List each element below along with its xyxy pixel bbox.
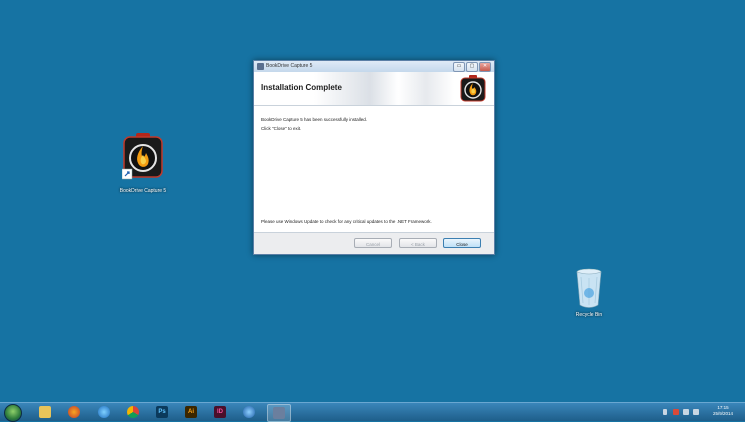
dialog-content: BookDrive Capture 5 has been successfull… (254, 106, 494, 232)
firefox-taskbar-button[interactable] (63, 404, 85, 420)
media-player-icon (243, 406, 255, 418)
folder-icon (39, 406, 51, 418)
file-explorer-taskbar-button[interactable] (34, 404, 56, 420)
illustrator-icon: Ai (185, 406, 197, 418)
installer-app-icon (257, 63, 264, 70)
network-icon[interactable] (683, 409, 689, 415)
recycle-bin-label: Recycle Bin (575, 312, 603, 318)
illustrator-taskbar-button[interactable]: Ai (180, 404, 202, 420)
bookdrive-capture-icon (121, 133, 164, 185)
dialog-window-title: BookDrive Capture 5 (266, 63, 313, 69)
window-controls: ▭ ▢ ✕ (452, 62, 491, 72)
firefox-icon (68, 406, 80, 418)
installer-icon (273, 407, 285, 419)
page-title: Installation Complete (261, 83, 342, 92)
taskbar: Ps Ai ID 17:15 25/9/2014 (0, 402, 745, 422)
dotnet-update-note: Please use Windows Update to check for a… (261, 219, 432, 224)
dialog-titlebar[interactable]: BookDrive Capture 5 ▭ ▢ ✕ (254, 61, 494, 72)
clock[interactable]: 17:15 25/9/2014 (709, 405, 737, 417)
indesign-taskbar-button[interactable]: ID (209, 404, 231, 420)
photoshop-icon: Ps (156, 406, 168, 418)
action-center-icon[interactable] (673, 409, 679, 415)
media-player-taskbar-button[interactable] (238, 404, 260, 420)
chrome-taskbar-button[interactable] (122, 404, 144, 420)
dialog-footer: Cancel < Back Close (254, 232, 494, 254)
clock-date: 25/9/2014 (712, 411, 734, 416)
exit-instruction: Click "Close" to exit. (261, 126, 302, 131)
recycle-bin-desktop-icon[interactable]: Recycle Bin (568, 265, 610, 318)
window-close-button[interactable]: ✕ (479, 62, 491, 72)
success-message: BookDrive Capture 5 has been successfull… (261, 117, 368, 122)
dialog-header: Installation Complete (254, 72, 494, 106)
back-button[interactable]: < Back (399, 238, 437, 248)
photoshop-taskbar-button[interactable]: Ps (151, 404, 173, 420)
chrome-icon (127, 406, 139, 418)
internet-explorer-taskbar-button[interactable] (93, 404, 115, 420)
minimize-button[interactable]: ▭ (453, 62, 465, 72)
installer-dialog: BookDrive Capture 5 ▭ ▢ ✕ Installation C… (253, 60, 495, 255)
installer-taskbar-button[interactable] (267, 404, 291, 422)
cancel-button[interactable]: Cancel (354, 238, 392, 248)
bookdrive-shortcut-label: BookDrive Capture 5 (119, 188, 167, 194)
volume-icon[interactable] (693, 409, 699, 415)
recycle-bin-icon (571, 265, 607, 311)
bookdrive-logo-icon (460, 75, 486, 102)
maximize-button[interactable]: ▢ (466, 62, 478, 72)
start-orb-icon[interactable] (4, 404, 22, 422)
indesign-icon: ID (214, 406, 226, 418)
internet-explorer-icon (98, 406, 110, 418)
bookdrive-desktop-shortcut[interactable]: BookDrive Capture 5 (110, 133, 176, 194)
close-button[interactable]: Close (443, 238, 481, 248)
show-hidden-icons-icon[interactable] (663, 409, 667, 415)
